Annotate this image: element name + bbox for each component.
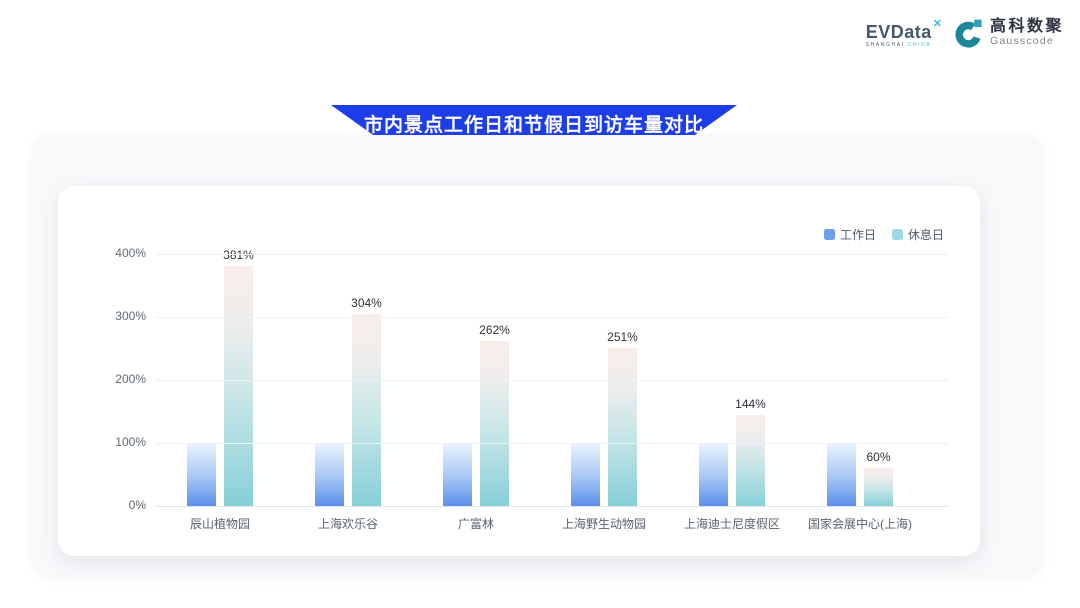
bar-workday[interactable] — [315, 443, 344, 506]
x-axis-category-label: 国家会展中心(上海) — [808, 518, 912, 530]
x-axis-category-label: 广富林 — [458, 518, 494, 530]
bar-wrap-workday — [315, 443, 344, 506]
bar-workday[interactable] — [827, 443, 856, 506]
bar-value-label: 262% — [479, 324, 510, 336]
legend-item-workday[interactable]: 工作日 — [824, 226, 876, 243]
page: EVData ✕ SHANGHAI CHINA 高科数聚 Gausscode 市… — [0, 0, 1080, 608]
chart-panel: 工作日 休息日 381%辰山植物园304%上海欢乐谷262%广富林251%上海野… — [32, 135, 1043, 575]
bar-wrap-workday — [699, 443, 728, 506]
bar-wrap-restday: 262% — [480, 341, 509, 506]
bar-value-label: 381% — [223, 249, 254, 261]
gausscode-logo: 高科数聚 Gausscode — [955, 17, 1064, 49]
bar-wrap-restday: 144% — [736, 415, 765, 506]
y-axis-tick-label: 0% — [88, 499, 146, 511]
bar-workday[interactable] — [187, 443, 216, 506]
bar-wrap-restday: 304% — [352, 314, 381, 506]
evdata-subtext: SHANGHAI CHINA — [866, 43, 931, 48]
bar-restday[interactable] — [224, 266, 253, 506]
x-axis-category-label: 辰山植物园 — [190, 518, 250, 530]
bar-restday[interactable] — [736, 415, 765, 506]
gridline — [156, 380, 948, 381]
bar-value-label: 304% — [351, 297, 382, 309]
bar-value-label: 60% — [866, 451, 890, 463]
chart-legend: 工作日 休息日 — [824, 226, 944, 243]
bar-workday[interactable] — [443, 443, 472, 506]
chart-card: 工作日 休息日 381%辰山植物园304%上海欢乐谷262%广富林251%上海野… — [58, 186, 980, 556]
bar-wrap-restday: 381% — [224, 266, 253, 506]
bar-wrap-restday: 251% — [608, 348, 637, 506]
bar-value-label: 144% — [735, 398, 766, 410]
bar-wrap-workday — [187, 443, 216, 506]
gausscode-name-cn: 高科数聚 — [990, 19, 1064, 36]
y-axis-tick-label: 300% — [88, 310, 146, 322]
legend-marker-workday-icon — [824, 229, 835, 240]
gridline — [156, 506, 948, 507]
y-axis-tick-label: 100% — [88, 436, 146, 448]
bar-restday[interactable] — [352, 314, 381, 506]
bar-wrap-workday — [443, 443, 472, 506]
bar-wrap-workday — [571, 443, 600, 506]
gridline — [156, 317, 948, 318]
bar-value-label: 251% — [607, 331, 638, 343]
x-axis-category-label: 上海迪士尼度假区 — [684, 518, 780, 530]
legend-item-restday[interactable]: 休息日 — [892, 226, 944, 243]
y-axis-tick-label: 400% — [88, 247, 146, 259]
gridline — [156, 254, 948, 255]
bar-wrap-workday — [827, 443, 856, 506]
gausscode-name-en: Gausscode — [990, 36, 1064, 47]
y-axis-tick-label: 200% — [88, 373, 146, 385]
page-title: 市内景点工作日和节假日到访车量对比 — [364, 110, 704, 137]
gridline — [156, 443, 948, 444]
bar-wrap-restday: 60% — [864, 468, 893, 506]
evdata-x-icon: ✕ — [933, 19, 942, 30]
x-axis-category-label: 上海欢乐谷 — [318, 518, 378, 530]
evdata-wordmark: EVData — [866, 23, 932, 41]
bar-restday[interactable] — [864, 468, 893, 506]
bar-workday[interactable] — [571, 443, 600, 506]
evdata-logo: EVData ✕ SHANGHAI CHINA — [866, 17, 942, 48]
bar-restday[interactable] — [608, 348, 637, 506]
brand-logos: EVData ✕ SHANGHAI CHINA 高科数聚 Gausscode — [866, 17, 1064, 49]
plot-area: 381%辰山植物园304%上海欢乐谷262%广富林251%上海野生动物园144%… — [156, 254, 948, 506]
gausscode-g-icon — [955, 17, 985, 49]
legend-marker-restday-icon — [892, 229, 903, 240]
bar-restday[interactable] — [480, 341, 509, 506]
x-axis-category-label: 上海野生动物园 — [562, 518, 646, 530]
bar-workday[interactable] — [699, 443, 728, 506]
